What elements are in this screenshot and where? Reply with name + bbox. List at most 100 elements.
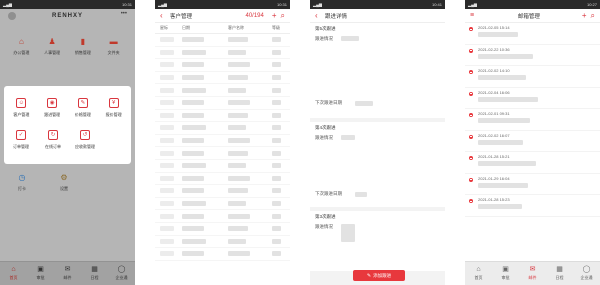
add-icon[interactable]: + [582,11,587,20]
tab-chat[interactable]: ◯ 企业通 [576,266,598,281]
table-row[interactable] [155,97,290,110]
column-header[interactable]: 星标 [155,25,182,31]
delete-icon[interactable] [469,134,473,139]
avatar[interactable] [8,12,16,20]
redacted-value [160,238,174,244]
table-row[interactable] [155,110,290,123]
table-cell [272,100,290,106]
module-clock-in[interactable]: ◷ 打卡 [8,173,36,192]
table-row[interactable] [155,122,290,135]
redacted-value [160,163,174,169]
column-header[interactable]: 客户名称 [228,25,272,31]
personnel-icon: ♟ [48,37,56,46]
tab-calendar[interactable]: ▦ 日程 [549,266,571,281]
delete-icon[interactable] [469,70,473,74]
table-cell [272,87,290,93]
mail-item[interactable]: 2021-02-01 09:31 [465,109,600,131]
table-row[interactable] [155,47,290,60]
redacted-value [160,49,174,55]
more-icon[interactable]: ••• [121,11,127,17]
mail-date: 2021-02-01 09:31 [478,111,510,116]
table-row[interactable] [155,72,290,85]
tab-home[interactable]: ⌂ 首页 [468,266,490,281]
mail-item[interactable]: 2021-02-02 14:10 [465,66,600,88]
table-row[interactable] [155,248,290,261]
redacted-value [182,150,204,156]
column-header[interactable]: 日期 [182,25,228,31]
mail-item[interactable]: 2021-01-28 15:23 [465,195,600,217]
mail-item[interactable]: 2021-02-04 16:06 [465,88,600,109]
column-header[interactable]: 等级 [272,25,290,31]
delete-icon[interactable] [469,91,473,96]
module-personnel[interactable]: ♟ 人事管理 [38,37,66,56]
mail-subject [478,204,522,209]
table-row[interactable] [155,135,290,148]
table-row[interactable] [155,147,290,160]
tab-calendar[interactable]: ▦ 日程 [84,266,106,281]
table-row[interactable] [155,223,290,236]
mail-icon: ✉ [64,266,71,273]
status-time: 10:31 [121,2,132,7]
delete-icon[interactable] [469,199,473,203]
tab-chat[interactable]: ◯ 企业通 [111,266,133,281]
search-icon[interactable]: ⌕ [281,11,285,20]
table-row[interactable] [155,185,290,198]
module-sales[interactable]: ▮ 销售管理 [69,37,97,56]
tab-mail[interactable]: ✉ 邮件 [57,266,79,281]
delete-icon[interactable] [469,48,473,53]
field-value [341,224,355,242]
table-row[interactable] [155,59,290,72]
submenu-label: 报价管理 [105,112,122,117]
submenu-follow-up[interactable]: ◉ 跟进管理 [37,98,67,118]
mail-item[interactable]: 2021-02-22 10:36 [465,45,600,66]
table-row[interactable] [155,84,290,97]
submenu-online-order[interactable]: ↻ 在线订单 [38,130,68,150]
tab-label: 日程 [90,275,99,280]
table-cell [272,238,290,244]
module-settings[interactable]: ⚙ 设置 [50,173,78,192]
submenu-order[interactable]: ✓ 订单管理 [6,130,36,150]
redacted-value [182,37,204,43]
table-row[interactable] [155,198,290,211]
customer-icon: ☺ [16,98,27,108]
table-row[interactable] [155,160,290,173]
delete-icon[interactable] [469,156,473,160]
table-cell [155,188,182,194]
delete-icon[interactable] [469,27,473,31]
mail-item[interactable]: 2021-02-02 16:07 [465,131,600,152]
tab-approval[interactable]: ▣ 审批 [495,266,517,281]
mail-content: 2021-02-04 16:06 [478,90,595,107]
table-row[interactable] [155,210,290,223]
tab-home[interactable]: ⌂ 首页 [3,266,25,281]
mail-item[interactable]: 2021-02-05 15:14 [465,23,600,45]
redacted-value [182,112,204,118]
delete-icon[interactable] [469,113,473,117]
table-cell [272,251,290,257]
mail-item[interactable]: 2021-01-29 16:04 [465,174,600,195]
search-icon[interactable]: ⌕ [591,11,595,20]
mail-subject [478,32,518,37]
tab-mail[interactable]: ✉ 邮件 [522,266,544,281]
submenu-customer[interactable]: ☺ 客户管理 [6,98,36,118]
submenu-quote[interactable]: ¥ 报价管理 [99,98,129,118]
table-row[interactable] [155,236,290,249]
add-follow-up-button[interactable]: ✎ 添加跟进 [353,270,405,281]
back-icon[interactable]: ‹ [315,11,325,20]
tab-label: 企业通 [115,275,128,280]
menu-icon[interactable]: ≡ [470,12,480,19]
tab-approval[interactable]: ▣ 审批 [30,266,52,281]
mail-item[interactable]: 2021-01-28 15:21 [465,152,600,174]
delete-icon[interactable] [469,177,473,182]
submenu-price[interactable]: ✎ 价格管理 [68,98,98,118]
module-office[interactable]: ⌂ 办公管理 [7,37,35,56]
tab-label: 首页 [9,275,18,280]
add-icon[interactable]: + [272,11,277,20]
module-folder[interactable]: ▬ 文件夹 [100,37,128,56]
field-value [341,36,359,41]
submenu-receivable[interactable]: ↺ 应收款管理 [70,130,100,150]
table-row[interactable] [155,34,290,47]
back-icon[interactable]: ‹ [160,11,170,20]
redacted-value [160,87,174,93]
table-row[interactable] [155,173,290,186]
redacted-value [182,163,206,169]
